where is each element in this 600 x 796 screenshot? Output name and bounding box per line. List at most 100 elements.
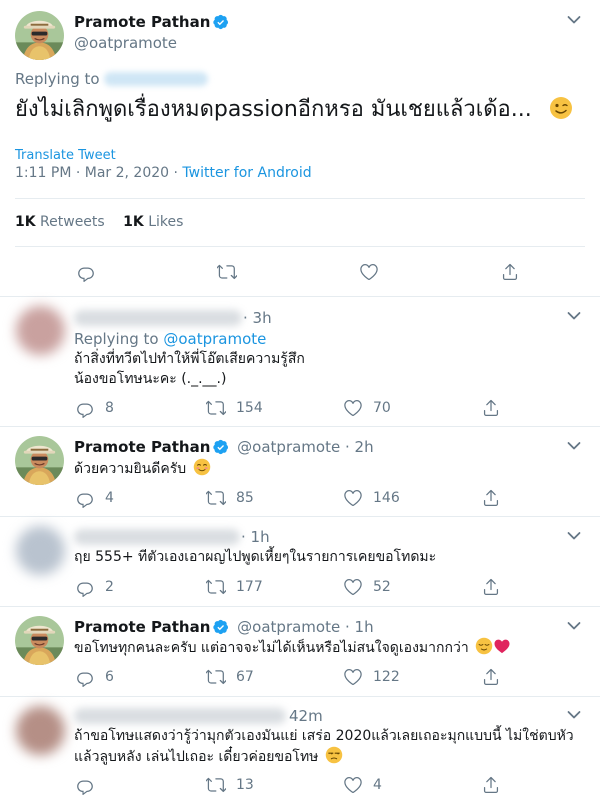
share-button[interactable] bbox=[481, 667, 501, 687]
avatar[interactable] bbox=[15, 616, 64, 665]
share-icon bbox=[481, 667, 501, 687]
reply-icon bbox=[75, 775, 95, 795]
handle[interactable]: @oatpramote bbox=[237, 438, 340, 456]
reply-text: ด้วยความยินดีครับ bbox=[74, 461, 187, 477]
retweet-count: 177 bbox=[236, 579, 263, 595]
share-button[interactable] bbox=[481, 398, 501, 418]
main-tweet: Pramote Pathan @oatpramote Replying to ย… bbox=[0, 0, 600, 296]
timestamp[interactable]: 1:11 PM · Mar 2, 2020 · bbox=[15, 165, 182, 181]
avatar[interactable] bbox=[16, 706, 65, 755]
author-name-line[interactable]: Pramote Pathan bbox=[74, 13, 229, 31]
reply-button[interactable] bbox=[75, 775, 105, 795]
smiling-face-blushing-icon bbox=[193, 458, 210, 476]
like-button[interactable]: 122 bbox=[343, 667, 400, 687]
time[interactable]: · 1h bbox=[241, 528, 270, 546]
reply-button[interactable] bbox=[76, 262, 96, 282]
like-count: 52 bbox=[373, 579, 391, 595]
divider bbox=[0, 426, 600, 427]
replying-to: Replying to bbox=[15, 70, 100, 88]
avatar[interactable] bbox=[16, 306, 65, 355]
chevron-down-icon[interactable] bbox=[567, 441, 581, 451]
blurred-mention[interactable] bbox=[104, 72, 208, 86]
share-button[interactable] bbox=[500, 262, 520, 282]
avatar[interactable] bbox=[15, 436, 64, 485]
reply-text: แล้วลูบหลัง เล่นไปเถอะ เดี๋ยวค่อยขอโทษ bbox=[74, 749, 319, 765]
divider bbox=[0, 606, 600, 607]
chevron-down-icon[interactable] bbox=[567, 710, 581, 720]
heart-icon bbox=[343, 398, 363, 418]
engagement-stats: 1K Retweets 1K Likes bbox=[15, 214, 183, 230]
retweet-icon bbox=[217, 262, 237, 282]
verified-badge-icon bbox=[213, 14, 229, 30]
tweet-meta: 1:11 PM · Mar 2, 2020 · Twitter for Andr… bbox=[15, 165, 312, 181]
reply-text-line-1: ด้วยความยินดีครับ bbox=[74, 458, 211, 479]
retweet-count: 13 bbox=[236, 777, 254, 793]
unamused-face-icon bbox=[325, 746, 343, 764]
like-button[interactable]: 146 bbox=[343, 488, 400, 508]
handle[interactable]: @oatpramote bbox=[237, 618, 340, 636]
time[interactable]: · 2h bbox=[345, 438, 374, 456]
like-count: 122 bbox=[373, 669, 400, 685]
retweet-button[interactable] bbox=[217, 262, 237, 282]
share-button[interactable] bbox=[481, 775, 501, 795]
display-name[interactable]: Pramote Pathan bbox=[74, 438, 210, 456]
reply-button[interactable]: 4 bbox=[75, 488, 114, 508]
like-button[interactable]: 4 bbox=[343, 775, 382, 795]
reply-button[interactable]: 6 bbox=[75, 667, 114, 687]
reply-icon bbox=[75, 577, 95, 597]
replying-to-handle[interactable]: @oatpramote bbox=[163, 330, 266, 348]
like-count: 70 bbox=[373, 400, 391, 416]
retweet-count: 154 bbox=[236, 400, 263, 416]
avatar[interactable] bbox=[15, 11, 64, 60]
replying-to: Replying to @oatpramote bbox=[74, 330, 266, 348]
heart-icon bbox=[343, 667, 363, 687]
like-button[interactable] bbox=[359, 262, 379, 282]
display-name[interactable]: Pramote Pathan bbox=[74, 13, 210, 31]
reply-icon bbox=[75, 667, 95, 687]
source-link[interactable]: Twitter for Android bbox=[182, 165, 311, 181]
time[interactable]: · 3h bbox=[243, 309, 272, 327]
reply-button[interactable]: 2 bbox=[75, 577, 114, 597]
relieved-face-icon bbox=[475, 637, 493, 655]
blurred-display-name[interactable] bbox=[74, 708, 286, 724]
time[interactable]: · 1h bbox=[345, 618, 374, 636]
retweet-button[interactable]: 85 bbox=[206, 488, 254, 508]
divider bbox=[0, 696, 600, 697]
reply-button[interactable]: 8 bbox=[75, 398, 114, 418]
red-heart-icon bbox=[494, 639, 510, 654]
chevron-down-icon[interactable] bbox=[567, 531, 581, 541]
chevron-down-icon[interactable] bbox=[567, 311, 581, 321]
like-button[interactable]: 52 bbox=[343, 577, 391, 597]
retweets-count: 1K bbox=[15, 214, 36, 230]
reply-time: 42m bbox=[289, 707, 323, 725]
author-name-line[interactable]: Pramote Pathan @oatpramote · 2h bbox=[74, 438, 374, 456]
retweet-button[interactable]: 67 bbox=[206, 667, 254, 687]
winking-face-icon bbox=[549, 97, 572, 119]
retweets-stat[interactable]: 1K Retweets bbox=[15, 214, 105, 230]
blurred-display-name[interactable] bbox=[74, 529, 240, 545]
share-button[interactable] bbox=[481, 577, 501, 597]
reply-icon bbox=[75, 488, 95, 508]
chevron-down-icon[interactable] bbox=[567, 621, 581, 631]
chevron-down-icon[interactable] bbox=[567, 15, 581, 25]
blurred-display-name[interactable] bbox=[74, 310, 242, 326]
avatar[interactable] bbox=[16, 526, 65, 575]
time[interactable]: 42m bbox=[289, 707, 323, 725]
retweet-button[interactable]: 177 bbox=[206, 577, 263, 597]
display-name[interactable]: Pramote Pathan bbox=[74, 618, 210, 636]
avatar-image bbox=[15, 436, 64, 485]
author-name-line[interactable]: Pramote Pathan @oatpramote · 1h bbox=[74, 618, 374, 636]
verified-badge-icon bbox=[213, 439, 229, 455]
reply-text-line-2: น้องขอโทษนะคะ (._.__.) bbox=[74, 371, 227, 387]
handle-line[interactable]: @oatpramote bbox=[74, 34, 177, 52]
translate-tweet-link[interactable]: Translate Tweet bbox=[15, 148, 116, 163]
reply-icon bbox=[76, 262, 96, 282]
reply-count: 2 bbox=[105, 579, 114, 595]
handle[interactable]: @oatpramote bbox=[74, 34, 177, 52]
like-button[interactable]: 70 bbox=[343, 398, 391, 418]
retweet-button[interactable]: 13 bbox=[206, 775, 254, 795]
likes-stat[interactable]: 1K Likes bbox=[123, 214, 183, 230]
heart-icon bbox=[343, 488, 363, 508]
retweet-button[interactable]: 154 bbox=[206, 398, 263, 418]
share-button[interactable] bbox=[481, 488, 501, 508]
